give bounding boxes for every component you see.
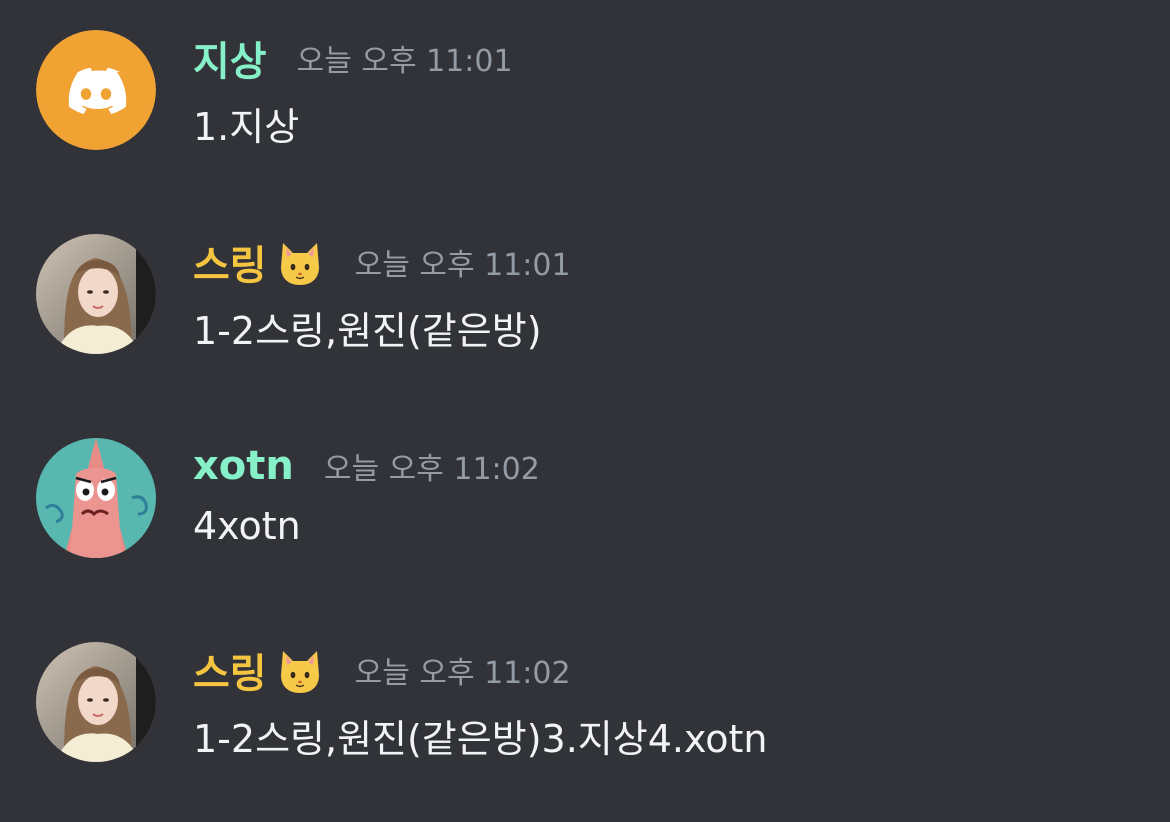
avatar[interactable] bbox=[36, 30, 156, 150]
message-content: 1-2스링,원진(같은방) bbox=[193, 309, 542, 353]
timestamp: 오늘 오후 11:02 bbox=[323, 452, 540, 487]
message-content: 4xotn bbox=[193, 504, 301, 548]
avatar[interactable] bbox=[36, 234, 156, 354]
message-content: 1.지상 bbox=[193, 105, 300, 149]
user-photo-avatar bbox=[36, 234, 156, 354]
discord-logo-icon bbox=[36, 30, 156, 150]
username[interactable]: 스링 bbox=[193, 233, 267, 291]
cat-face-icon bbox=[275, 237, 325, 287]
username[interactable]: xotn bbox=[193, 443, 294, 489]
username[interactable]: 지상 bbox=[193, 29, 267, 87]
message-header: xotn 오늘 오후 11:02 bbox=[193, 438, 540, 494]
patrick-star-avatar bbox=[36, 438, 156, 558]
chat-message-list: 지상 오늘 오후 11:01 1.지상 스링 오늘 오후 11:01 1-2스링… bbox=[0, 0, 1170, 822]
message-content: 1-2스링,원진(같은방)3.지상4.xotn bbox=[193, 717, 768, 761]
timestamp: 오늘 오후 11:01 bbox=[354, 248, 571, 283]
message-header: 스링 오늘 오후 11:01 bbox=[193, 234, 571, 290]
timestamp: 오늘 오후 11:02 bbox=[354, 656, 571, 691]
cat-face-icon bbox=[275, 645, 325, 695]
timestamp: 오늘 오후 11:01 bbox=[296, 44, 513, 79]
message-item: xotn 오늘 오후 11:02 4xotn bbox=[0, 408, 1170, 568]
message-item: 지상 오늘 오후 11:01 1.지상 bbox=[0, 0, 1170, 160]
user-photo-avatar bbox=[36, 642, 156, 762]
avatar[interactable] bbox=[36, 438, 156, 558]
message-item: 스링 오늘 오후 11:02 1-2스링,원진(같은방)3.지상4.xotn bbox=[0, 612, 1170, 772]
avatar[interactable] bbox=[36, 642, 156, 762]
message-header: 스링 오늘 오후 11:02 bbox=[193, 642, 571, 698]
message-item: 스링 오늘 오후 11:01 1-2스링,원진(같은방) bbox=[0, 204, 1170, 364]
message-header: 지상 오늘 오후 11:01 bbox=[193, 30, 513, 86]
username[interactable]: 스링 bbox=[193, 641, 267, 699]
